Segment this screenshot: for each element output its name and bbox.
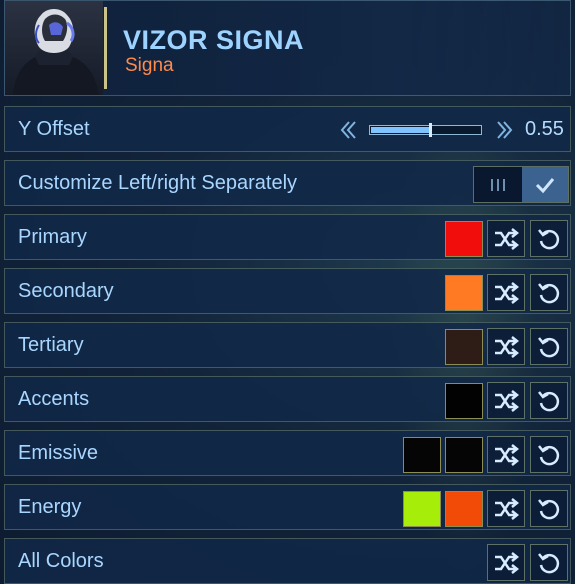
- secondary-row: Secondary: [4, 268, 571, 314]
- shuffle-icon[interactable]: [487, 544, 525, 581]
- y-offset-label: Y Offset: [18, 118, 90, 140]
- shuffle-icon[interactable]: [487, 382, 525, 419]
- customize-separately-toggle[interactable]: [473, 166, 569, 203]
- secondary-color-swatch[interactable]: [445, 275, 483, 311]
- y-offset-slider[interactable]: [369, 123, 482, 137]
- reset-icon[interactable]: [530, 274, 568, 311]
- primary-label: Primary: [18, 226, 87, 248]
- double-chevron-right-icon[interactable]: [493, 119, 515, 141]
- accents-row: Accents: [4, 376, 571, 422]
- reset-icon[interactable]: [530, 328, 568, 365]
- all-colors-row: All Colors: [4, 538, 571, 584]
- customize-separately-label: Customize Left/right Separately: [18, 172, 298, 194]
- page-subtitle: Signa: [125, 55, 174, 76]
- energy-color-swatch[interactable]: [445, 491, 483, 527]
- energy-color-swatch[interactable]: [403, 491, 441, 527]
- accents-label: Accents: [18, 388, 90, 410]
- emissive-label: Emissive: [18, 442, 99, 464]
- reset-icon[interactable]: [530, 382, 568, 419]
- tertiary-label: Tertiary: [18, 334, 84, 356]
- shuffle-icon[interactable]: [487, 490, 525, 527]
- header-divider: [104, 7, 107, 89]
- y-offset-value: 0.55: [525, 118, 564, 140]
- reset-icon[interactable]: [530, 544, 568, 581]
- y-offset-row: Y Offset 0.55: [4, 106, 571, 152]
- slider-thumb[interactable]: [429, 123, 432, 137]
- emissive-row: Emissive: [4, 430, 571, 476]
- avatar: [5, 1, 103, 95]
- shuffle-icon[interactable]: [487, 274, 525, 311]
- primary-color-swatch[interactable]: [445, 221, 483, 257]
- energy-label: Energy: [18, 496, 82, 518]
- tertiary-color-swatch[interactable]: [445, 329, 483, 365]
- primary-row: Primary: [4, 214, 571, 260]
- shuffle-icon[interactable]: [487, 220, 525, 257]
- checkmark-icon[interactable]: [522, 167, 568, 202]
- item-header: VIZOR SIGNA Signa: [4, 0, 571, 96]
- emissive-color-swatch[interactable]: [445, 437, 483, 473]
- page-title: VIZOR SIGNA: [123, 25, 305, 55]
- accents-color-swatch[interactable]: [445, 383, 483, 419]
- all-colors-label: All Colors: [18, 550, 104, 572]
- emissive-color-swatch[interactable]: [403, 437, 441, 473]
- secondary-label: Secondary: [18, 280, 114, 302]
- customize-separately-row: Customize Left/right Separately: [4, 160, 571, 206]
- slider-fill: [371, 127, 431, 133]
- bars-icon[interactable]: [474, 167, 522, 202]
- reset-icon[interactable]: [530, 490, 568, 527]
- energy-row: Energy: [4, 484, 571, 530]
- reset-icon[interactable]: [530, 436, 568, 473]
- helmet-portrait-icon: [13, 9, 99, 95]
- shuffle-icon[interactable]: [487, 436, 525, 473]
- tertiary-row: Tertiary: [4, 322, 571, 368]
- reset-icon[interactable]: [530, 220, 568, 257]
- shuffle-icon[interactable]: [487, 328, 525, 365]
- double-chevron-left-icon[interactable]: [338, 119, 360, 141]
